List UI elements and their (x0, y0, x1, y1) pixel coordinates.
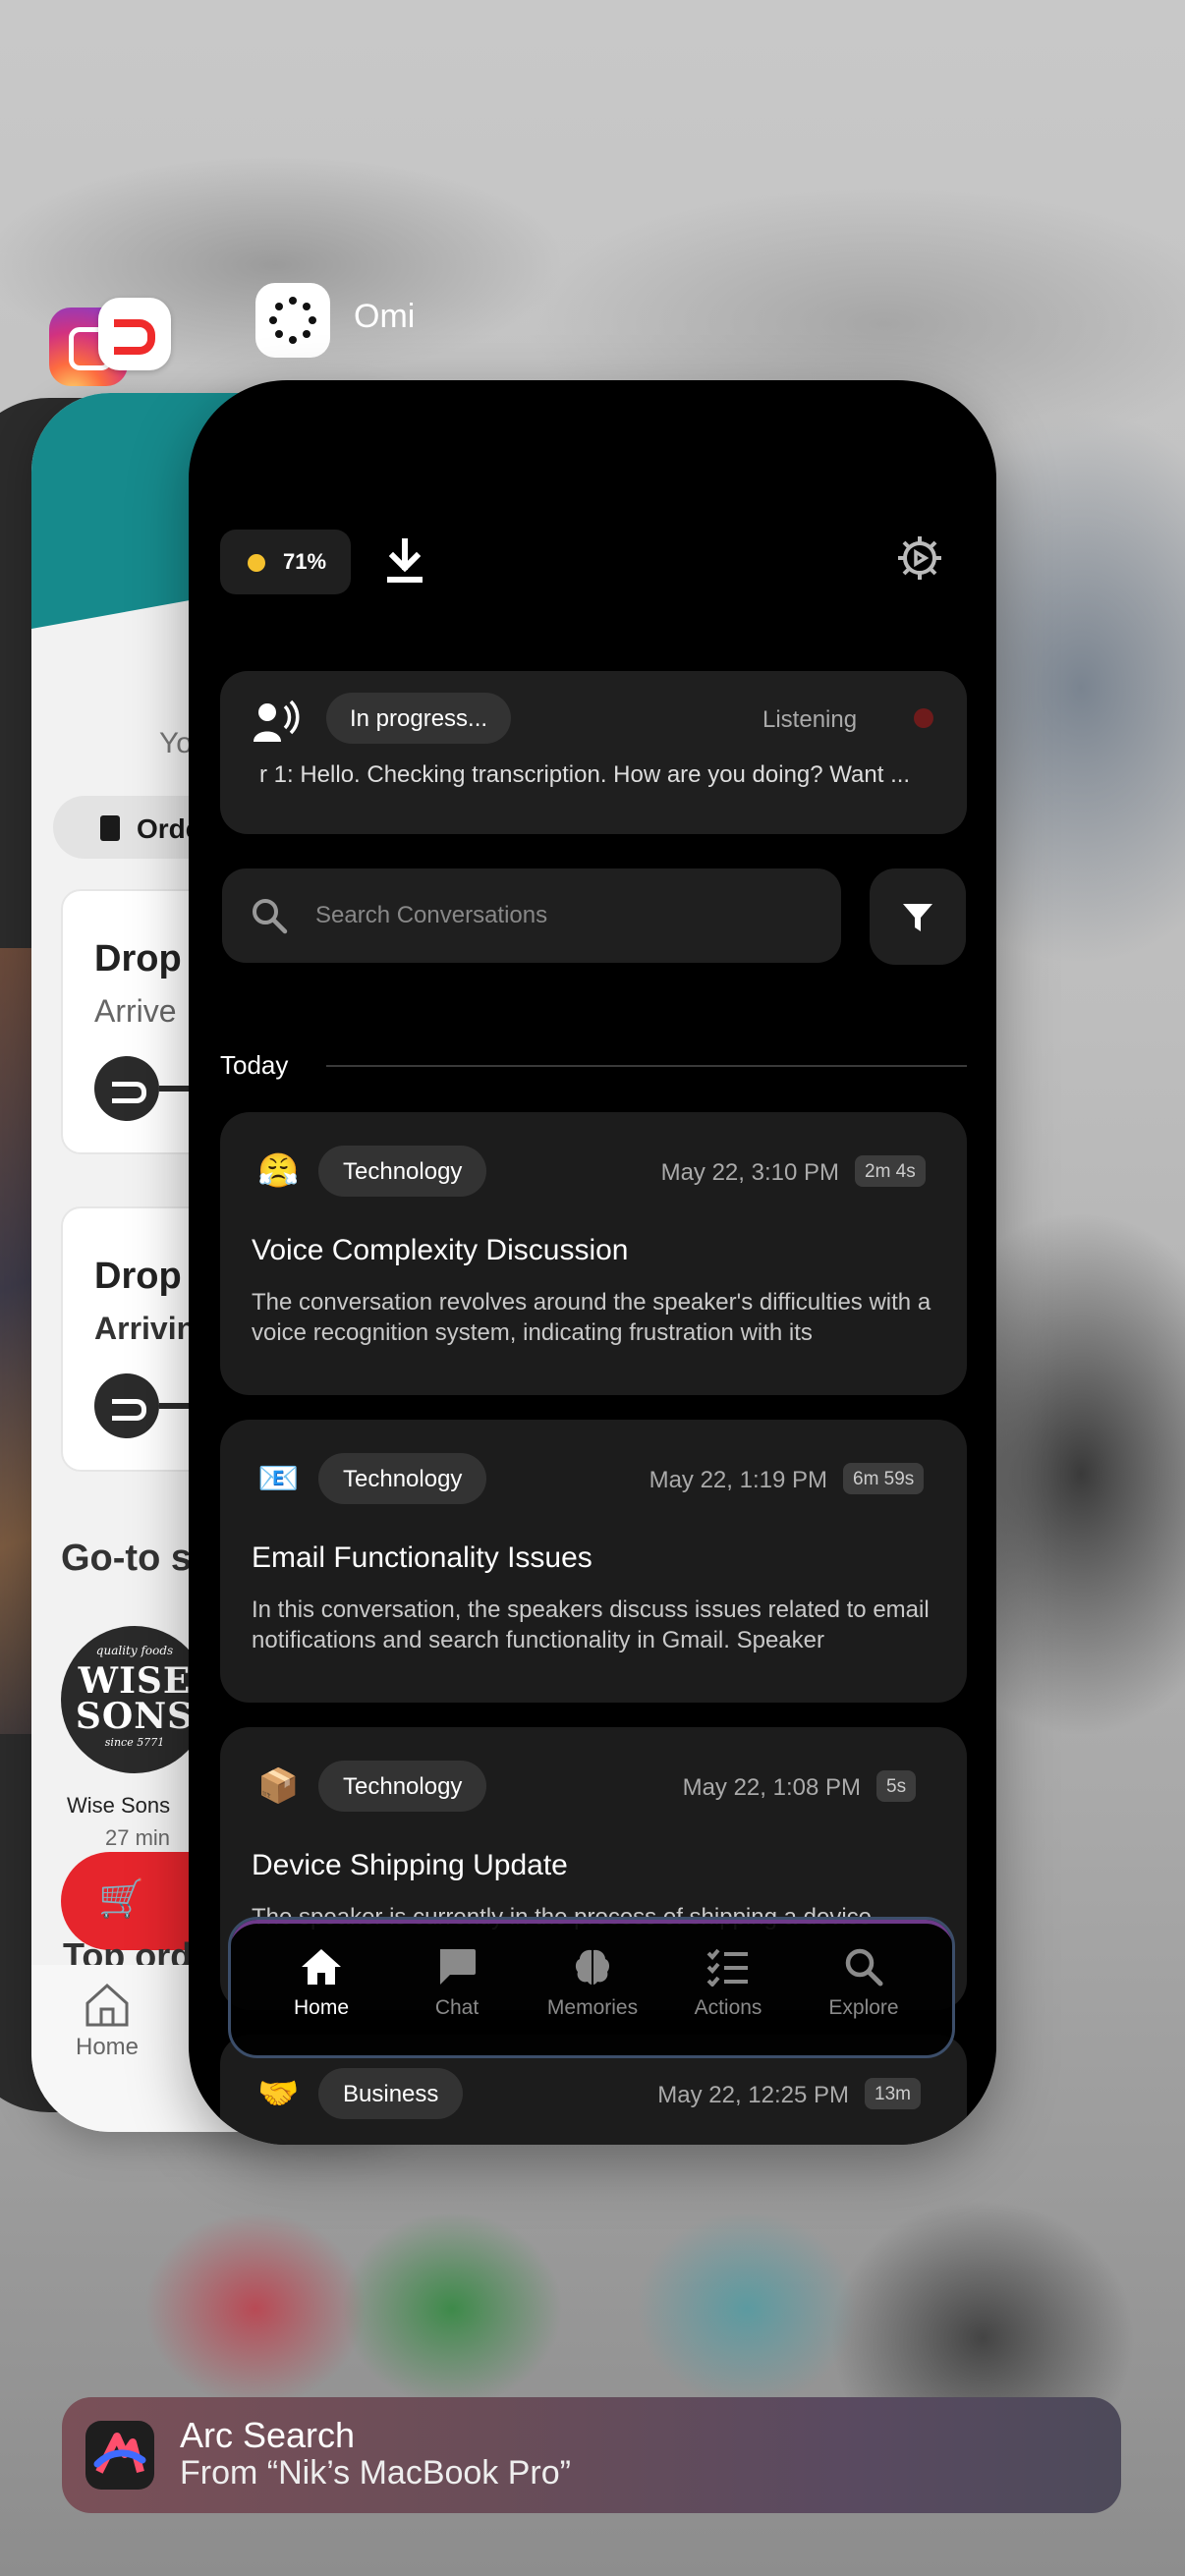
live-transcript: r 1: Hello. Checking transcription. How … (259, 761, 911, 788)
tab-memories[interactable]: Memories (534, 1947, 651, 2020)
cart-icon: 🛒 (98, 1878, 145, 1920)
omi-app-card[interactable]: 71% In progress... Listening r 1: Hello.… (189, 380, 996, 2145)
doordash-logo-icon (94, 1373, 159, 1438)
section-divider (326, 1065, 967, 1067)
omi-app-icon (255, 283, 330, 358)
battery-indicator[interactable]: 71% (220, 530, 351, 594)
go-to-section-title: Go-to s (61, 1538, 192, 1579)
home-icon (302, 1949, 341, 1985)
tab-memories-label: Memories (546, 1996, 639, 2019)
tab-chat[interactable]: Chat (398, 1947, 516, 2020)
conversation-card[interactable]: 😤 Technology May 22, 3:10 PM 2m 4s Voice… (220, 1112, 967, 1395)
order-card-title: Drop (94, 1256, 182, 1297)
app-switcher: { "switcher": { "app_label": "Omi" }, "b… (0, 0, 1185, 2576)
live-transcription-card[interactable]: In progress... Listening r 1: Hello. Che… (220, 671, 967, 834)
wise-logo-since: since 5771 (104, 1736, 165, 1749)
arc-logo-icon (93, 2433, 146, 2474)
receipt-icon (100, 815, 120, 841)
wise-logo-text: WISE SONS (75, 1660, 195, 1737)
duration-badge: 13m (865, 2078, 921, 2109)
settings-gear-icon[interactable] (894, 532, 945, 584)
handoff-app-name: Arc Search (180, 2415, 356, 2455)
tab-explore[interactable]: Explore (805, 1947, 923, 2020)
conversation-emoji: 🤝 (257, 2075, 300, 2112)
conversation-emoji: 📦 (257, 1767, 300, 1805)
conversation-card[interactable]: 📧 Technology May 22, 1:19 PM 6m 59s Emai… (220, 1420, 967, 1703)
home-icon (85, 1983, 129, 2027)
conversation-summary: The conversation revolves around the spe… (252, 1289, 931, 1346)
handoff-banner[interactable]: Arc Search From “Nik’s MacBook Pro” (62, 2397, 1121, 2513)
category-badge: Technology (318, 1146, 487, 1197)
search-icon (845, 1948, 883, 1987)
section-header-today: Today (220, 1050, 289, 1080)
search-icon (253, 899, 288, 934)
category-badge: Technology (318, 1761, 487, 1812)
tab-actions[interactable]: Actions (669, 1947, 787, 2020)
speaking-person-icon (254, 700, 300, 742)
filter-funnel-icon (903, 904, 932, 931)
conversation-date: May 22, 3:10 PM (660, 1159, 839, 1186)
doordash-home-label: Home (76, 2034, 140, 2060)
arc-search-app-icon (85, 2421, 154, 2490)
order-card-status: Arrivin (94, 1311, 197, 1346)
conversation-emoji: 📧 (257, 1460, 300, 1497)
doordash-app-icon (98, 298, 171, 370)
order-card-title: Drop (94, 938, 182, 980)
search-input[interactable] (315, 896, 807, 935)
tab-home[interactable]: Home (262, 1947, 380, 2020)
battery-status-dot (248, 554, 265, 572)
handoff-source-device: From “Nik’s MacBook Pro” (180, 2454, 571, 2492)
chat-bubble-icon (440, 1949, 476, 1985)
doordash-logo-icon (94, 1056, 159, 1121)
wise-logo-tagline: quality foods (95, 1644, 174, 1657)
brain-icon (575, 1949, 610, 1985)
conversation-title: Device Shipping Update (252, 1849, 568, 1881)
omi-app-label: Omi (354, 298, 416, 335)
order-card-status: Arrive (94, 993, 177, 1029)
category-badge: Business (318, 2068, 464, 2119)
tab-home-label: Home (293, 1996, 350, 2019)
duration-badge: 2m 4s (855, 1155, 926, 1187)
conversation-emoji: 😤 (257, 1152, 300, 1190)
category-badge: Technology (318, 1453, 487, 1504)
conversation-date: May 22, 1:08 PM (682, 1774, 861, 1801)
tab-actions-label: Actions (694, 1996, 762, 2019)
store-name: Wise Sons (67, 1793, 171, 1818)
in-progress-badge: In progress... (326, 693, 512, 744)
duration-badge: 5s (876, 1770, 917, 1802)
conversation-title: Voice Complexity Discussion (252, 1234, 629, 1266)
filter-button[interactable] (870, 868, 966, 965)
conversation-title: Email Functionality Issues (252, 1541, 592, 1574)
battery-level: 71% (283, 549, 327, 574)
checklist-icon (706, 1948, 748, 1987)
tab-explore-label: Explore (828, 1996, 899, 2019)
omi-dots-icon (269, 297, 316, 344)
tab-chat-label: Chat (434, 1996, 480, 2019)
download-icon[interactable] (385, 537, 424, 587)
doordash-greeting: Yo (159, 727, 193, 759)
store-eta: 27 min (105, 1825, 171, 1850)
conversation-summary: In this conversation, the speakers discu… (252, 1596, 930, 1653)
search-bar[interactable] (222, 868, 841, 963)
bottom-tab-bar: Home Chat Memories Actions Explore (228, 1917, 955, 2058)
conversation-date: May 22, 12:25 PM (657, 2082, 849, 2108)
listening-label: Listening (762, 706, 858, 733)
duration-badge: 6m 59s (843, 1463, 925, 1494)
conversation-date: May 22, 1:19 PM (649, 1467, 827, 1493)
recording-dot (914, 708, 933, 728)
wise-sons-logo: quality foods WISE SONS since 5771 (61, 1626, 208, 1773)
